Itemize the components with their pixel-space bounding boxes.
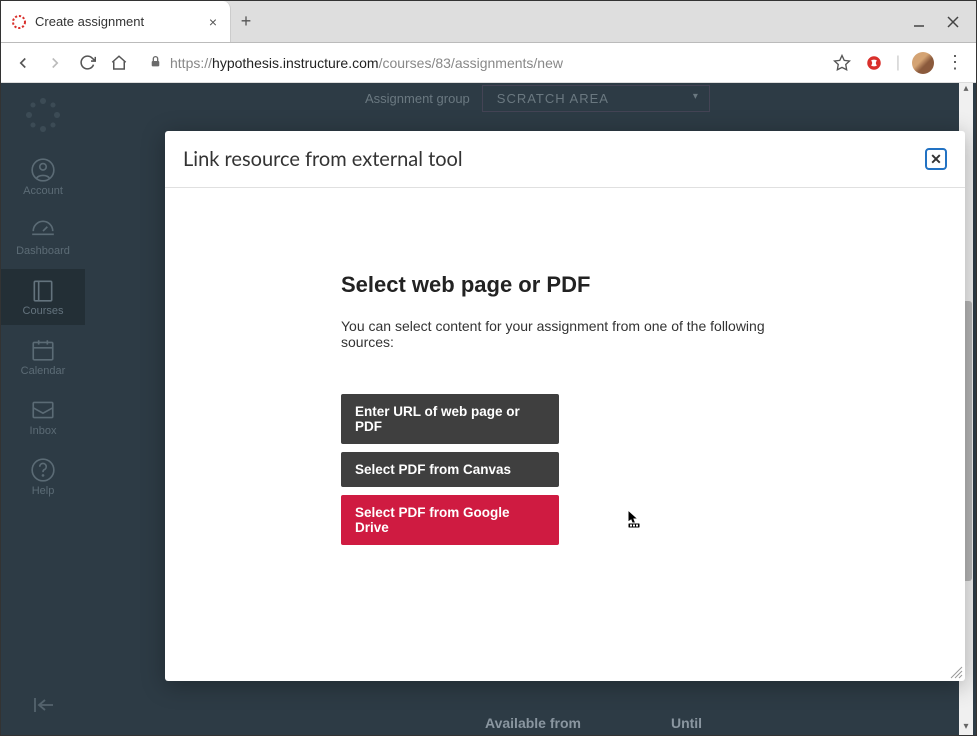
lock-icon xyxy=(149,55,162,71)
star-icon[interactable] xyxy=(832,53,852,73)
page-body: Assignment group SCRATCH AREA Available … xyxy=(85,83,976,735)
modal-subtext: You can select content for your assignme… xyxy=(341,318,789,350)
sidebar-item-label: Courses xyxy=(23,305,64,317)
canvas-logo[interactable] xyxy=(23,95,63,135)
external-tool-modal: Link resource from external tool ✕ Selec… xyxy=(165,131,965,681)
back-icon[interactable] xyxy=(13,53,33,73)
modal-close-button[interactable]: ✕ xyxy=(925,148,947,170)
sidebar-item-dashboard[interactable]: Dashboard xyxy=(1,209,85,265)
available-from-label: Available from xyxy=(485,715,581,731)
sidebar-item-label: Calendar xyxy=(21,365,66,377)
home-icon[interactable] xyxy=(109,53,129,73)
page-content: Account Dashboard Courses Calendar Inbox… xyxy=(1,83,976,735)
address-bar[interactable]: https://hypothesis.instructure.com/cours… xyxy=(141,49,820,77)
tab-title: Create assignment xyxy=(35,14,198,29)
window-controls xyxy=(910,1,976,42)
calendar-icon xyxy=(30,337,56,363)
sidebar-item-account[interactable]: Account xyxy=(1,149,85,205)
canvas-sidebar: Account Dashboard Courses Calendar Inbox… xyxy=(1,83,85,735)
assignment-group-label: Assignment group xyxy=(365,91,470,106)
modal-title: Link resource from external tool xyxy=(183,147,463,171)
close-window-icon[interactable] xyxy=(944,13,962,31)
dashboard-icon xyxy=(30,217,56,243)
sidebar-item-calendar[interactable]: Calendar xyxy=(1,329,85,385)
scroll-down-icon[interactable]: ▾ xyxy=(959,721,973,735)
until-label: Until xyxy=(671,715,702,731)
select-canvas-button[interactable]: Select PDF from Canvas xyxy=(341,452,559,487)
source-buttons: Enter URL of web page or PDF Select PDF … xyxy=(341,394,789,545)
tab-favicon xyxy=(11,14,27,30)
profile-avatar[interactable] xyxy=(912,52,934,74)
assignment-group-select[interactable]: SCRATCH AREA xyxy=(482,85,710,112)
sidebar-collapse-icon[interactable] xyxy=(31,696,55,719)
sidebar-item-help[interactable]: Help xyxy=(1,449,85,505)
sidebar-item-inbox[interactable]: Inbox xyxy=(1,389,85,445)
select-gdrive-button[interactable]: Select PDF from Google Drive xyxy=(341,495,559,545)
assignment-group-row: Assignment group SCRATCH AREA xyxy=(365,85,710,112)
extension-icon[interactable] xyxy=(864,53,884,73)
account-icon xyxy=(30,157,56,183)
availability-footer: Available from Until xyxy=(485,715,702,731)
browser-titlebar: Create assignment × + xyxy=(1,1,976,43)
url-text: https://hypothesis.instructure.com/cours… xyxy=(170,55,563,71)
reload-icon[interactable] xyxy=(77,53,97,73)
courses-icon xyxy=(30,277,56,303)
sidebar-item-label: Dashboard xyxy=(16,245,70,257)
browser-window: Create assignment × + https://hypothesis… xyxy=(0,0,977,736)
forward-icon xyxy=(45,53,65,73)
modal-header: Link resource from external tool ✕ xyxy=(165,131,965,188)
enter-url-button[interactable]: Enter URL of web page or PDF xyxy=(341,394,559,444)
sidebar-item-label: Help xyxy=(32,485,55,497)
browser-tab[interactable]: Create assignment × xyxy=(1,1,231,42)
sidebar-item-label: Account xyxy=(23,185,63,197)
modal-body: Select web page or PDF You can select co… xyxy=(165,188,965,681)
resize-handle-icon[interactable] xyxy=(947,663,963,679)
help-icon xyxy=(30,457,56,483)
sidebar-item-label: Inbox xyxy=(30,425,57,437)
new-tab-button[interactable]: + xyxy=(231,1,261,42)
minimize-icon[interactable] xyxy=(910,13,928,31)
browser-toolbar: https://hypothesis.instructure.com/cours… xyxy=(1,43,976,83)
modal-heading: Select web page or PDF xyxy=(341,272,789,298)
inbox-icon xyxy=(30,397,56,423)
scroll-up-icon[interactable]: ▴ xyxy=(959,83,973,97)
sidebar-item-courses[interactable]: Courses xyxy=(1,269,85,325)
tab-close-icon[interactable]: × xyxy=(206,15,220,29)
menu-icon[interactable]: ⋮ xyxy=(946,52,964,73)
